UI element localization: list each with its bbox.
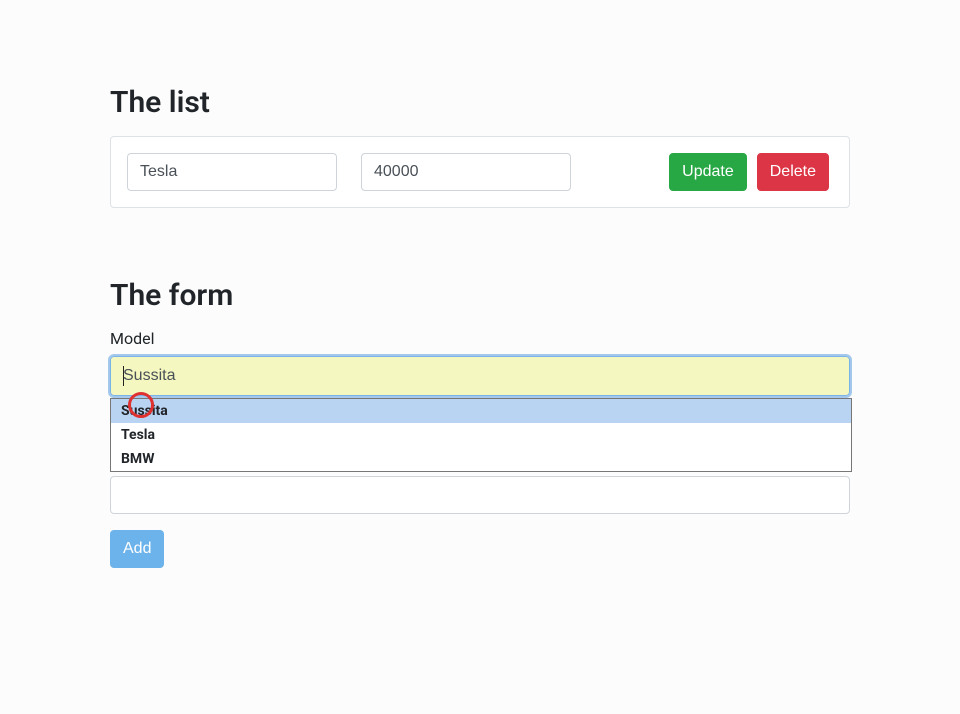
list-heading: The list [110,85,850,120]
autocomplete-option-bmw[interactable]: BMW [111,447,851,471]
autocomplete-option-tesla[interactable]: Tesla [111,423,851,447]
autocomplete-option-sussita[interactable]: Sussita [111,399,851,423]
list-row: Update Delete [110,136,850,208]
list-item-name-input[interactable] [127,153,337,191]
model-input[interactable] [110,356,850,396]
add-button[interactable]: Add [110,530,164,568]
price-input[interactable] [110,476,850,514]
update-button[interactable]: Update [669,153,747,191]
model-input-wrap: Sussita Tesla BMW [110,356,850,396]
delete-button[interactable]: Delete [757,153,829,191]
form-heading: The form [110,278,850,313]
model-label: Model [110,329,850,348]
autocomplete-dropdown: Sussita Tesla BMW [110,398,852,472]
text-caret [123,366,124,386]
list-item-price-input[interactable] [361,153,571,191]
